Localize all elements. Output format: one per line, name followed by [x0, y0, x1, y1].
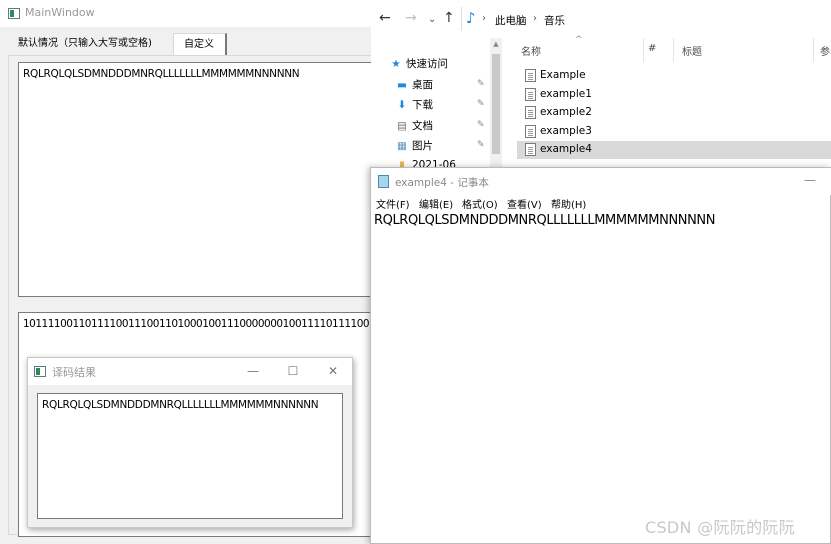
column-header-number[interactable]: #: [648, 43, 656, 54]
file-row[interactable]: example3: [517, 123, 831, 141]
pin-icon: ✎: [477, 99, 485, 109]
nav-item-label: 下载: [412, 99, 433, 111]
close-icon[interactable]: ✕: [322, 362, 344, 380]
pin-icon: ✎: [477, 140, 485, 150]
file-name: example3: [540, 125, 592, 137]
column-header-name[interactable]: 名称: [521, 43, 541, 58]
column-divider[interactable]: [673, 38, 674, 62]
text-file-icon: [525, 125, 536, 138]
music-note-icon: ♪: [466, 9, 476, 27]
scroll-up-icon[interactable]: ▲: [490, 40, 502, 48]
file-name: example1: [540, 88, 592, 100]
pin-icon: ✎: [477, 120, 485, 130]
chevron-down-icon[interactable]: ⌄: [428, 14, 436, 25]
minimize-icon[interactable]: —: [804, 173, 816, 187]
column-header-artist[interactable]: 参: [820, 43, 830, 58]
column-header-title[interactable]: 标题: [682, 43, 702, 58]
notepad-title: example4 - 记事本: [395, 177, 489, 189]
navigation-pane: ★ 快速访问 ▬ 桌面 ✎ ⬇ 下载 ✎ ▤ 文档 ✎ ▦ 图片 ✎ ▮ 2021-06: [371, 38, 501, 171]
menu-file[interactable]: 文件(F): [376, 196, 410, 211]
forward-arrow-icon[interactable]: →: [405, 10, 417, 26]
file-row[interactable]: Example: [517, 67, 831, 85]
file-row[interactable]: example2: [517, 104, 831, 122]
menu-bar: 文件(F) 编辑(E) 格式(O) 查看(V) 帮助(H): [371, 195, 831, 211]
download-icon: ⬇: [397, 99, 407, 111]
document-icon: ▤: [397, 120, 407, 132]
main-window-titlebar[interactable]: MainWindow: [0, 0, 372, 27]
nav-item-pictures[interactable]: ▦ 图片: [395, 138, 433, 156]
column-divider[interactable]: [643, 38, 644, 62]
nav-item-downloads[interactable]: ⬇ 下载: [395, 97, 433, 115]
sort-ascending-icon: ^: [575, 35, 583, 45]
notepad-window: example4 - 记事本 — 文件(F) 编辑(E) 格式(O) 查看(V)…: [370, 167, 831, 544]
text-file-icon: [525, 88, 536, 101]
up-arrow-icon[interactable]: ↑: [443, 10, 455, 26]
dialog-title: 译码结果: [52, 366, 96, 379]
input-text: RQLRQLQLSDMNDDDMNRQLLLLLLLMMMMMMNNNNNN: [23, 68, 300, 80]
breadcrumb-this-pc[interactable]: 此电脑: [495, 13, 527, 28]
nav-item-quick-access[interactable]: ★ 快速访问: [389, 56, 448, 74]
nav-item-documents[interactable]: ▤ 文档: [395, 118, 433, 136]
input-textbox[interactable]: RQLRQLQLSDMNDDDMNRQLLLLLLLMMMMMMNNNNNN: [18, 62, 372, 297]
nav-item-label: 快速访问: [406, 58, 448, 70]
main-window-title: MainWindow: [25, 6, 95, 19]
pin-icon: ✎: [477, 79, 485, 89]
nav-item-label: 图片: [412, 140, 433, 152]
text-file-icon: [525, 143, 536, 156]
tab-custom[interactable]: 自定义: [173, 33, 227, 55]
menu-help[interactable]: 帮助(H): [551, 196, 586, 211]
menu-edit[interactable]: 编辑(E): [419, 196, 453, 211]
tab-default[interactable]: 默认情况（只输入大写或空格): [8, 33, 171, 55]
notepad-icon: [378, 175, 389, 188]
column-divider[interactable]: [813, 38, 814, 62]
menu-view[interactable]: 查看(V): [507, 196, 542, 211]
back-arrow-icon[interactable]: ←: [379, 10, 391, 26]
minimize-icon[interactable]: —: [242, 362, 264, 380]
nav-item-label: 桌面: [412, 79, 433, 91]
text-file-icon: [525, 106, 536, 119]
desktop-icon: ▬: [397, 79, 407, 91]
notepad-content[interactable]: RQLRQLQLSDMNDDDMNRQLLLLLLLMMMMMMNNNNNN: [374, 213, 715, 228]
breadcrumb-music[interactable]: 音乐: [544, 13, 565, 28]
maximize-icon[interactable]: ☐: [282, 362, 304, 380]
text-file-icon: [525, 69, 536, 82]
menu-format[interactable]: 格式(O): [462, 196, 498, 211]
result-textbox[interactable]: RQLRQLQLSDMNDDDMNRQLLLLLLLMMMMMMNNNNNN: [37, 393, 343, 519]
encoded-text: 1011110011011110011100110100010011100000…: [23, 318, 372, 330]
chevron-right-icon: ›: [533, 13, 537, 24]
file-row-selected[interactable]: example4: [517, 141, 831, 159]
file-row[interactable]: example1: [517, 86, 831, 104]
star-icon: ★: [391, 58, 401, 70]
app-icon: [34, 366, 46, 377]
result-text: RQLRQLQLSDMNDDDMNRQLLLLLLLMMMMMMNNNNNN: [42, 399, 319, 411]
file-name: Example: [540, 69, 586, 81]
notepad-titlebar[interactable]: example4 - 记事本 —: [371, 168, 831, 195]
dialog-titlebar[interactable]: 译码结果 — ☐ ✕: [28, 358, 352, 385]
app-icon: [8, 8, 20, 19]
watermark: CSDN @阮阮的阮阮: [645, 518, 796, 537]
decode-result-dialog: 译码结果 — ☐ ✕ RQLRQLQLSDMNDDDMNRQLLLLLLLMMM…: [27, 357, 353, 528]
file-name: example2: [540, 106, 592, 118]
chevron-right-icon: ›: [482, 13, 486, 24]
picture-icon: ▦: [397, 140, 407, 152]
file-name: example4: [540, 143, 592, 155]
nav-item-desktop[interactable]: ▬ 桌面: [395, 77, 433, 95]
address-bar[interactable]: ♪ › 此电脑 › 音乐: [461, 7, 831, 31]
file-explorer: ← → ⌄ ↑ ♪ › 此电脑 › 音乐 ★ 快速访问 ▬ 桌面 ✎ ⬇ 下载 ✎ ▤…: [371, 0, 831, 171]
scrollbar-thumb[interactable]: [492, 54, 500, 154]
nav-item-label: 文档: [412, 120, 433, 132]
nav-scrollbar[interactable]: ▲: [490, 38, 502, 168]
